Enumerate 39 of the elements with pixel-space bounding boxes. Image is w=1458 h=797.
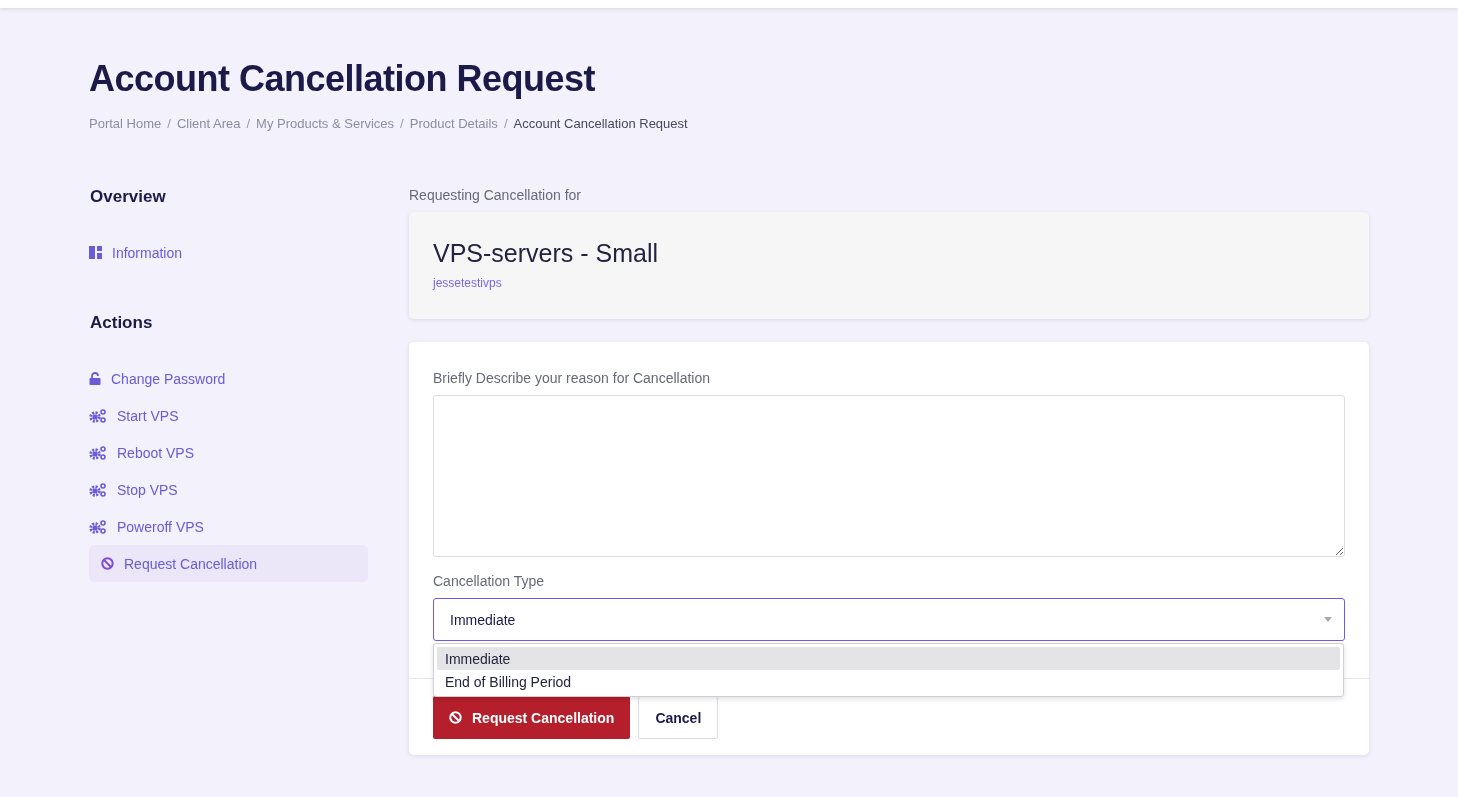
sidebar-item[interactable]: Reboot VPS (89, 434, 368, 471)
reason-textarea[interactable] (433, 395, 1345, 557)
page-title: Account Cancellation Request (89, 58, 597, 100)
cancel-button[interactable]: Cancel (638, 696, 719, 739)
breadcrumb-link[interactable]: Client Area (176, 116, 241, 131)
breadcrumb-separator: / (400, 116, 404, 131)
gears-icon (89, 482, 107, 497)
ban-icon (101, 557, 114, 570)
breadcrumb-current: Account Cancellation Request (513, 116, 688, 131)
sidebar-heading: Overview (90, 187, 167, 207)
request-cancellation-button[interactable]: Request Cancellation (433, 696, 631, 739)
breadcrumb-separator: / (503, 116, 508, 131)
breadcrumb-link[interactable]: Portal Home (89, 116, 162, 131)
sidebar-item[interactable]: Information (89, 234, 368, 271)
sidebar-item[interactable]: Stop VPS (89, 471, 368, 508)
dropdown-option[interactable]: End of Billing Period (437, 670, 1340, 693)
breadcrumb-link[interactable]: My Products & Services (256, 116, 395, 131)
sidebar-heading: Actions (90, 313, 154, 333)
cancellation-type-select[interactable]: Immediate (433, 598, 1345, 641)
lock-icon (89, 372, 101, 385)
product-hostname: jessetestivps (433, 276, 503, 290)
breadcrumb-link[interactable]: Product Details (409, 116, 498, 131)
dropdown-option[interactable]: Immediate (437, 647, 1340, 670)
sidebar-item[interactable]: Change Password (89, 360, 368, 397)
caret-icon (1324, 617, 1332, 622)
product-name: VPS-servers - Small (433, 239, 660, 268)
field-label: Briefly Describe your reason for Cancellation (433, 370, 711, 386)
sidebar-item[interactable]: Request Cancellation (89, 545, 368, 582)
breadcrumb-separator: / (246, 116, 251, 131)
dashboard-icon (89, 246, 102, 259)
gears-icon (89, 519, 107, 534)
breadcrumb-separator: / (167, 116, 171, 131)
sidebar-item[interactable]: Start VPS (89, 397, 368, 434)
gears-icon (89, 408, 107, 423)
field-label: Cancellation Type (433, 573, 546, 589)
ban-icon (449, 711, 462, 724)
gears-icon (89, 445, 107, 460)
sidebar-item[interactable]: Poweroff VPS (89, 508, 368, 545)
section-caption: Requesting Cancellation for (409, 187, 582, 203)
